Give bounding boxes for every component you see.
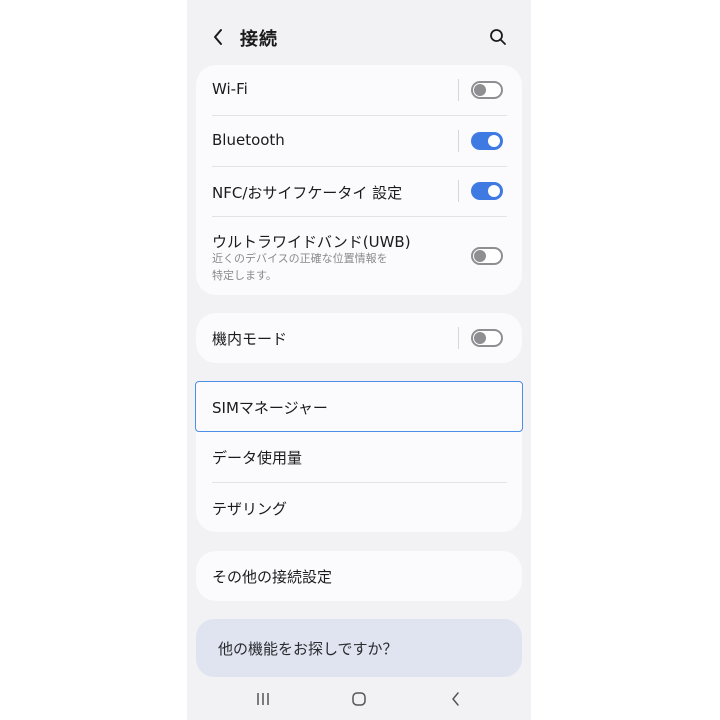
row-more-connection-settings[interactable]: その他の接続設定 <box>196 551 522 601</box>
banner-text: 他の機能をお探しですか？ <box>218 640 398 658</box>
looking-for-something-else-banner[interactable]: 他の機能をお探しですか？ <box>196 619 522 677</box>
toggle-knob <box>474 250 486 262</box>
back-icon <box>452 692 459 706</box>
back-button[interactable] <box>207 26 229 48</box>
toggle-knob <box>474 84 486 96</box>
row-separator <box>458 79 459 101</box>
card-sim-data: SIMマネージャー データ使用量 テザリング <box>195 381 523 532</box>
recents-icon <box>257 693 269 705</box>
airplane-label: 機内モード <box>212 330 288 348</box>
search-button[interactable] <box>487 26 509 48</box>
row-nfc[interactable]: NFC/おサイフケータイ 設定 <box>196 167 522 217</box>
row-uwb[interactable]: ウルトラワイドバンド(UWB) 近くのデバイスの正確な位置情報を 特定します。 <box>196 217 522 295</box>
toggle-knob <box>474 332 486 344</box>
home-icon <box>352 692 366 706</box>
toggle-knob <box>488 135 500 147</box>
card-airplane: 機内モード <box>196 313 522 363</box>
airplane-toggle[interactable] <box>471 329 503 347</box>
uwb-description: 近くのデバイスの正確な位置情報を 特定します。 <box>212 250 412 284</box>
nfc-toggle[interactable] <box>471 182 503 200</box>
row-separator <box>458 327 459 349</box>
chevron-left-icon <box>214 29 222 45</box>
data-usage-label: データ使用量 <box>212 449 303 467</box>
more-settings-label: その他の接続設定 <box>212 568 333 586</box>
card-more-settings: その他の接続設定 <box>196 551 522 601</box>
row-data-usage[interactable]: データ使用量 <box>196 433 522 482</box>
bluetooth-toggle[interactable] <box>471 132 503 150</box>
phone-screen: 接続 Wi-Fi Bluetooth NFC/おサイフケータイ 設定 ウルトラワ… <box>187 0 531 720</box>
toggle-knob <box>488 185 500 197</box>
row-sim-manager[interactable]: SIMマネージャー <box>196 381 522 432</box>
row-tethering[interactable]: テザリング <box>196 483 522 532</box>
search-icon <box>490 29 506 45</box>
home-button[interactable] <box>347 688 371 710</box>
card-connections: Wi-Fi Bluetooth NFC/おサイフケータイ 設定 ウルトラワイドバ… <box>196 65 522 295</box>
row-bluetooth[interactable]: Bluetooth <box>196 116 522 166</box>
sim-manager-label: SIMマネージャー <box>212 399 328 417</box>
app-header: 接続 <box>187 0 531 72</box>
back-nav-button[interactable] <box>444 688 468 710</box>
row-wifi[interactable]: Wi-Fi <box>196 65 522 115</box>
row-separator <box>458 180 459 202</box>
uwb-description-line2: 特定します。 <box>212 269 277 282</box>
row-airplane[interactable]: 機内モード <box>196 313 522 363</box>
bluetooth-label: Bluetooth <box>212 131 285 149</box>
navigation-bar <box>187 680 531 720</box>
uwb-description-line1: 近くのデバイスの正確な位置情報を <box>212 252 388 265</box>
uwb-toggle[interactable] <box>471 247 503 265</box>
page-title: 接続 <box>240 29 278 50</box>
row-separator <box>458 130 459 152</box>
recents-button[interactable] <box>251 688 275 710</box>
wifi-label: Wi-Fi <box>212 80 248 98</box>
tethering-label: テザリング <box>212 500 288 518</box>
wifi-toggle[interactable] <box>471 81 503 99</box>
nfc-label: NFC/おサイフケータイ 設定 <box>212 184 403 202</box>
uwb-label: ウルトラワイドバンド(UWB) <box>212 233 411 251</box>
